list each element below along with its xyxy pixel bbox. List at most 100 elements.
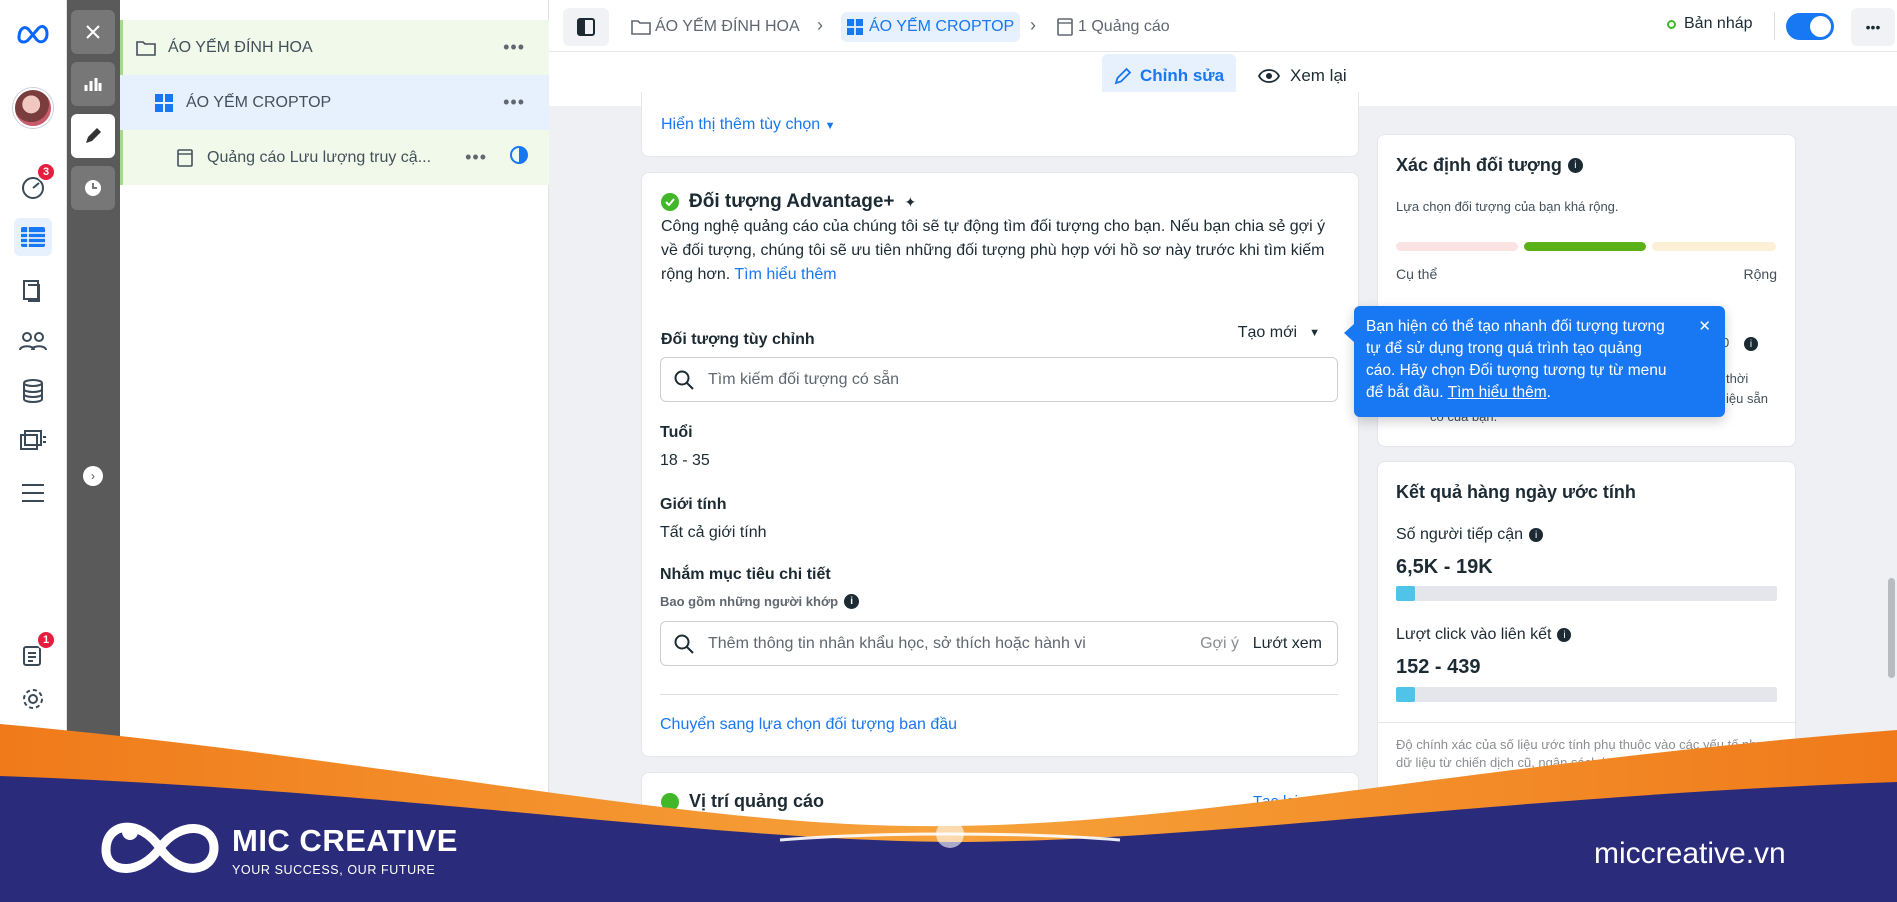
media-library-icon[interactable] bbox=[14, 422, 52, 460]
meter-specific-label: Cụ thể bbox=[1396, 266, 1438, 282]
sparkle-icon: ✦ bbox=[904, 193, 917, 210]
top-breadcrumb-bar: ÁO YẾM ĐÍNH HOA › ÁO YẾM CROPTOP › 1 Quả… bbox=[549, 0, 1897, 52]
detailed-targeting-label: Nhắm mục tiêu chi tiết bbox=[660, 566, 831, 583]
detailed-targeting-sub: Bao gồm những người khớp i bbox=[660, 594, 860, 609]
tree-adset-label: ÁO YẾM CROPTOP bbox=[186, 93, 332, 111]
bar-chart-icon[interactable] bbox=[71, 62, 115, 106]
clicks-bar-track bbox=[1396, 687, 1777, 702]
ad-more-icon[interactable]: ••• bbox=[465, 147, 487, 168]
ads-manager-table-icon[interactable] bbox=[14, 218, 52, 256]
adset-more-icon[interactable]: ••• bbox=[503, 92, 525, 113]
tooltip-close-icon[interactable]: ✕ bbox=[1698, 316, 1711, 338]
brand-banner: MIC CREATIVE YOUR SUCCESS, OUR FUTURE mi… bbox=[0, 720, 1897, 902]
tooltip-learn-more-link[interactable]: Tìm hiểu thêm bbox=[1448, 384, 1547, 401]
ad-page-icon bbox=[1057, 18, 1073, 36]
eye-icon bbox=[1258, 68, 1280, 83]
half-circle-status-icon bbox=[509, 145, 529, 170]
tree-campaign-label: ÁO YẾM ĐÍNH HOA bbox=[168, 38, 313, 56]
profile-avatar[interactable] bbox=[13, 88, 53, 128]
gender-value[interactable]: Tất cả giới tính bbox=[660, 524, 767, 542]
search-icon bbox=[674, 634, 694, 654]
meter-broad-label: Rộng bbox=[1743, 266, 1777, 282]
edit-mode-button[interactable]: Chỉnh sửa bbox=[1102, 54, 1236, 97]
campaign-more-icon[interactable]: ••• bbox=[503, 37, 525, 58]
reports-icon[interactable]: 1 bbox=[14, 630, 56, 674]
create-new-dropdown[interactable]: Tạo mới ▼ bbox=[1238, 324, 1320, 342]
close-icon[interactable] bbox=[71, 10, 115, 54]
brand-name: MIC CREATIVE bbox=[232, 823, 458, 858]
dashboard-icon[interactable]: 3 bbox=[14, 162, 56, 206]
tree-adset-row[interactable]: ÁO YẾM CROPTOP ••• bbox=[120, 75, 549, 130]
hidden-text-3: iệu sẵn bbox=[1726, 391, 1768, 406]
brand-tagline: YOUR SUCCESS, OUR FUTURE bbox=[232, 863, 436, 877]
advantage-title: Đối tượng Advantage+ ✦ bbox=[661, 191, 916, 213]
sidebar-toggle-icon[interactable] bbox=[563, 8, 609, 46]
breadcrumb-campaign[interactable]: ÁO YẾM ĐÍNH HOA bbox=[631, 12, 800, 42]
breadcrumb-adset[interactable]: ÁO YẾM CROPTOP bbox=[841, 12, 1021, 42]
divider bbox=[1774, 12, 1775, 40]
ad-page-icon bbox=[175, 148, 195, 167]
age-value[interactable]: 18 - 35 bbox=[660, 452, 710, 470]
adset-grid-icon bbox=[154, 93, 174, 112]
reach-bar-track bbox=[1396, 586, 1777, 601]
browse-button[interactable]: Lướt xem bbox=[1253, 635, 1322, 653]
folder-icon bbox=[631, 20, 651, 35]
options-card: Hiển thị thêm tùy chọn ▼ bbox=[641, 92, 1359, 157]
draft-dot-icon bbox=[1667, 19, 1676, 29]
detailed-targeting-search[interactable]: Thêm thông tin nhân khẩu học, sở thích h… bbox=[660, 621, 1338, 666]
info-icon[interactable]: i bbox=[1567, 158, 1583, 173]
info-icon[interactable]: i bbox=[1744, 337, 1758, 351]
divider bbox=[660, 694, 1338, 695]
meta-logo-icon[interactable] bbox=[14, 14, 52, 52]
caret-down-icon: ▼ bbox=[1309, 327, 1320, 339]
breadcrumb-ad[interactable]: 1 Quảng cáo bbox=[1057, 12, 1170, 42]
reach-bar-fill bbox=[1396, 586, 1415, 601]
info-icon[interactable]: i bbox=[1529, 528, 1544, 542]
pencil-icon bbox=[1114, 67, 1132, 84]
pencil-edit-icon[interactable] bbox=[71, 114, 115, 158]
tree-ad-label: Quảng cáo Lưu lượng truy cậ... bbox=[207, 148, 432, 166]
draft-status: Bản nháp bbox=[1667, 15, 1753, 33]
preview-mode-button[interactable]: Xem lại bbox=[1258, 54, 1347, 97]
info-icon[interactable]: i bbox=[1557, 628, 1572, 642]
advantage-description: Công nghệ quảng cáo của chúng tôi sẽ tự … bbox=[661, 218, 1326, 283]
tree-campaign-row[interactable]: ÁO YẾM ĐÍNH HOA ••• bbox=[120, 20, 549, 75]
lookalike-tooltip: Bạn hiện có thể tạo nhanh đối tượng tươn… bbox=[1344, 306, 1725, 417]
meter-specific-segment bbox=[1396, 242, 1518, 251]
search-icon bbox=[674, 370, 694, 390]
suggest-button[interactable]: Gợi ý bbox=[1200, 635, 1239, 653]
reach-label: Số người tiếp cận i bbox=[1396, 526, 1544, 544]
clicks-bar-fill bbox=[1396, 687, 1415, 702]
settings-gear-icon[interactable] bbox=[14, 680, 52, 718]
database-icon[interactable] bbox=[14, 372, 52, 410]
custom-audience-label: Đối tượng tùy chỉnh bbox=[661, 331, 815, 348]
audience-definition-subtitle: Lựa chọn đối tượng của bạn khá rộng. bbox=[1396, 199, 1619, 214]
advantage-audience-card: Đối tượng Advantage+ ✦ Công nghệ quảng c… bbox=[641, 172, 1359, 757]
estimated-results-title: Kết quả hàng ngày ước tính bbox=[1396, 482, 1636, 502]
show-more-options-link[interactable]: Hiển thị thêm tùy chọn ▼ bbox=[661, 116, 836, 134]
adset-grid-icon bbox=[847, 19, 863, 35]
notification-badge: 3 bbox=[36, 162, 56, 182]
clicks-label: Lượt click vào liên kết i bbox=[1396, 626, 1572, 644]
meter-broad-segment bbox=[1652, 242, 1776, 251]
more-options-button[interactable]: ••• bbox=[1851, 8, 1895, 46]
expand-chevron-icon[interactable]: › bbox=[83, 466, 103, 486]
page-scrollbar[interactable] bbox=[1888, 578, 1895, 678]
brand-website[interactable]: miccreative.vn bbox=[1594, 837, 1786, 871]
catalog-icon[interactable] bbox=[14, 272, 52, 310]
mic-creative-logo bbox=[100, 812, 220, 889]
clicks-value: 152 - 439 bbox=[1396, 656, 1481, 678]
audiences-icon[interactable] bbox=[14, 322, 52, 360]
hidden-text-2: thời bbox=[1726, 371, 1749, 386]
publish-toggle[interactable] bbox=[1786, 13, 1834, 40]
tree-ad-row[interactable]: Quảng cáo Lưu lượng truy cậ... ••• bbox=[120, 130, 549, 185]
info-icon[interactable]: i bbox=[844, 594, 860, 609]
custom-audience-search[interactable]: Tìm kiếm đối tượng có sẵn bbox=[660, 357, 1338, 402]
age-label: Tuổi bbox=[660, 424, 693, 441]
learn-more-link[interactable]: Tìm hiểu thêm bbox=[734, 266, 836, 283]
menu-icon[interactable] bbox=[14, 474, 52, 512]
reports-badge: 1 bbox=[36, 630, 56, 650]
history-clock-icon[interactable] bbox=[71, 166, 115, 210]
chevron-right-icon: › bbox=[817, 15, 823, 35]
chevron-right-icon: › bbox=[1030, 15, 1036, 35]
